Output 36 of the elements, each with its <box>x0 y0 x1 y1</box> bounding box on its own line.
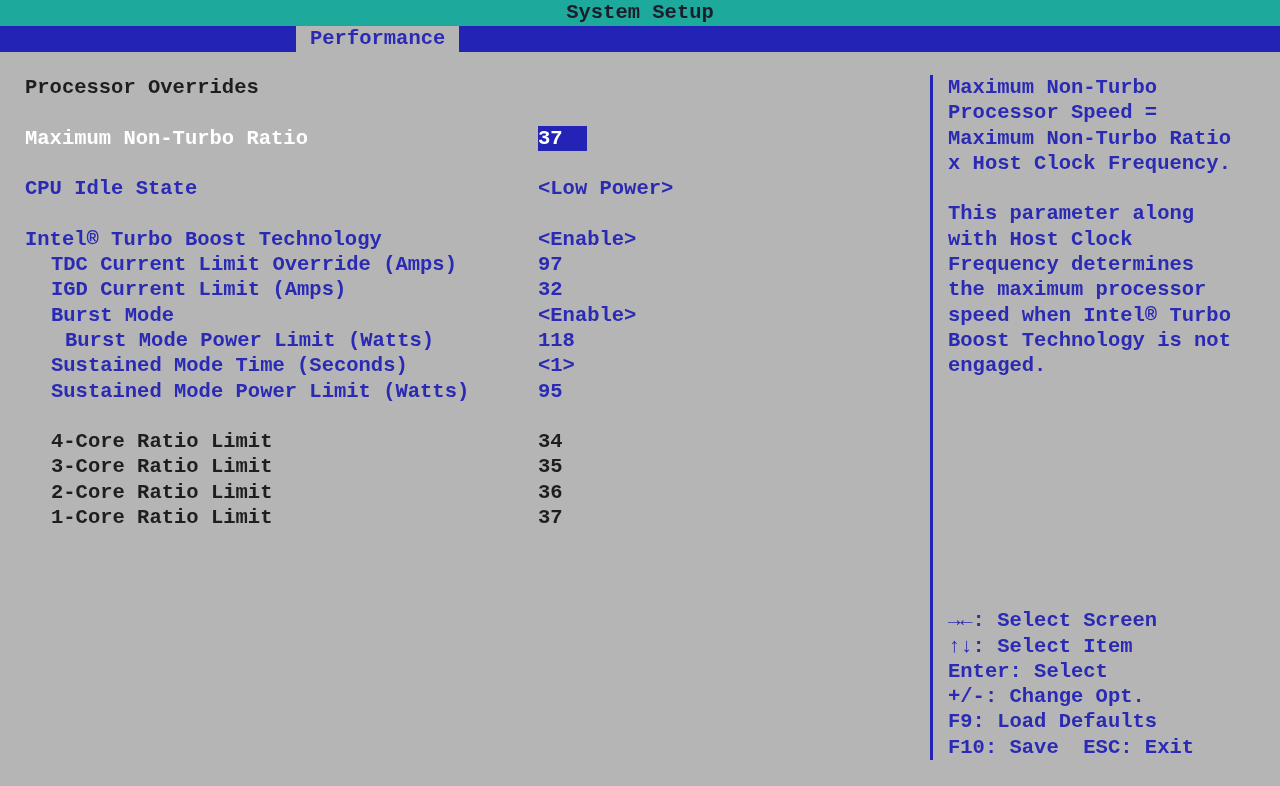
key-hint: →←: Select Screen <box>948 608 1158 634</box>
key-hint: F9: Load Defaults <box>948 709 1158 735</box>
section-heading: Processor Overrides <box>25 76 259 99</box>
setting-value[interactable]: <Low Power> <box>538 176 674 202</box>
setting-label[interactable]: IGD Current Limit (Amps) <box>51 278 347 302</box>
setting-label[interactable]: Sustained Mode Time (Seconds) <box>51 354 408 378</box>
setting-value[interactable]: <1> <box>538 353 575 379</box>
tab[interactable]: Performance <box>296 26 460 52</box>
setting-value[interactable]: 118 <box>538 327 575 354</box>
setting-label[interactable]: CPU Idle State <box>25 177 198 201</box>
setting-value: 36 <box>538 479 563 506</box>
setting-value: 37 <box>538 505 563 531</box>
setting-label: 2-Core Ratio Limit <box>51 480 273 504</box>
setting-value: 35 <box>538 454 563 480</box>
setting-value[interactable]: <Enable> <box>538 226 637 253</box>
setting-value[interactable]: 37 <box>538 125 587 151</box>
setting-value[interactable]: 97 <box>538 252 563 278</box>
key-hint: F10: Save ESC: Exit <box>948 734 1195 760</box>
window-title: System Setup <box>566 0 714 26</box>
setting-label[interactable]: Intel® Turbo Boost Technology <box>25 227 382 251</box>
help-text: Maximum Non-Turbo Processor Speed = Maximum Non-Turbo Ratio x Host Clock Frequency. <box>948 75 1232 177</box>
setting-label: 3-Core Ratio Limit <box>51 455 273 479</box>
setting-label: 1-Core Ratio Limit <box>51 506 273 530</box>
key-hint: +/-: Change Opt. <box>948 684 1145 710</box>
setting-value[interactable]: 95 <box>538 378 563 404</box>
setting-label[interactable]: TDC Current Limit Override (Amps) <box>51 253 457 277</box>
setting-value[interactable]: <Enable> <box>538 302 637 328</box>
setting-label[interactable]: Burst Mode Power Limit (Watts) <box>65 328 435 352</box>
key-hint: ↑↓: Select Item <box>948 633 1133 659</box>
setting-label[interactable]: Burst Mode <box>51 303 175 327</box>
setting-value: 34 <box>538 429 563 455</box>
setting-label[interactable]: Sustained Mode Power Limit (Watts) <box>51 379 470 403</box>
setting-label: 4-Core Ratio Limit <box>51 430 273 454</box>
help-text: This parameter along with Host Clock Frequency determines the maximum processor speed when Intel® Turbo Boost Technology is not engaged. <box>948 201 1232 379</box>
setting-value[interactable]: 32 <box>538 277 563 303</box>
key-hint: Enter: Select <box>948 658 1108 685</box>
